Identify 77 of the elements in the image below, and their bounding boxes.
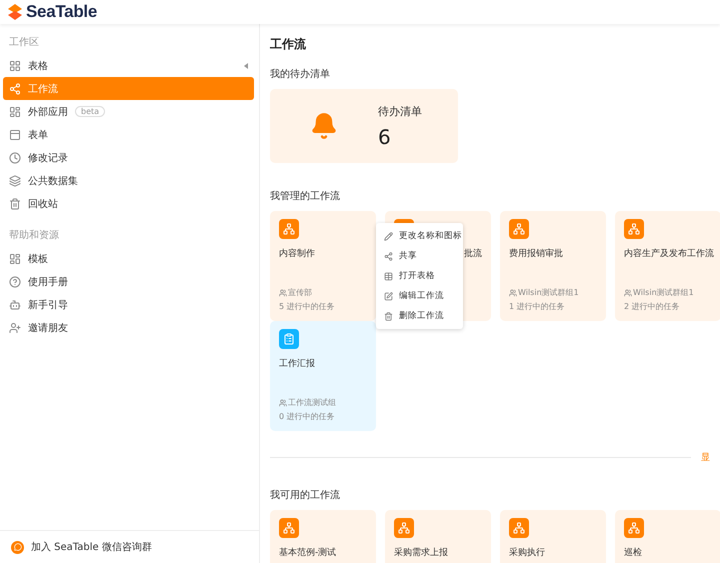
share-icon — [9, 82, 21, 94]
sidebar-item[interactable]: 邀请朋友 — [3, 316, 254, 339]
menu-item[interactable]: 编辑工作流 — [376, 286, 463, 306]
group-name: 宣传部 — [288, 287, 312, 298]
collapse-icon[interactable] — [244, 62, 248, 68]
logo-icon — [8, 4, 22, 20]
robot-icon — [9, 298, 21, 310]
trash-icon — [9, 198, 21, 210]
section-heading: 我可用的工作流 — [270, 488, 341, 502]
apps-icon — [9, 106, 21, 118]
group-name: Wilsin测试群组1 — [633, 287, 694, 298]
template-icon — [9, 252, 21, 264]
workflow-card[interactable]: 采购需求上报 — [385, 510, 491, 563]
workflow-card[interactable]: 巡检 — [615, 510, 720, 563]
menu-item[interactable]: 打开表格 — [376, 266, 463, 286]
form-icon — [9, 128, 21, 140]
group-name: Wilsin测试群组1 — [518, 287, 579, 298]
workflow-card[interactable]: 内容生产及发布工作流 Wilsin测试群组1 2 进行中的任务 — [615, 211, 720, 321]
task-count: 1 进行中的任务 — [509, 301, 566, 312]
pencil-icon — [384, 232, 393, 240]
section-title: 帮助和资源 — [8, 228, 60, 243]
group-icon — [279, 288, 287, 296]
todo-label: 待办清单 — [378, 104, 422, 118]
clock-icon — [9, 152, 21, 164]
grid-icon — [9, 60, 21, 72]
task-count: 2 进行中的任务 — [624, 301, 681, 312]
table-icon — [384, 272, 393, 280]
workflow-card[interactable]: 工作汇报 工作流测试组 0 进行中的任务 — [270, 321, 376, 431]
todo-count: 6 — [378, 124, 392, 148]
workflow-card[interactable]: 内容制作 宣传部 5 进行中的任务 — [270, 211, 376, 321]
chat-icon — [11, 540, 24, 554]
share-icon — [384, 252, 393, 260]
workflow-name: 批流 — [464, 249, 482, 260]
menu-item[interactable]: 删除工作流 — [376, 306, 463, 326]
task-count: 5 进行中的任务 — [279, 301, 336, 312]
section-heading: 我的待办清单 — [270, 68, 331, 81]
brand-name: SeaTable — [26, 2, 97, 22]
help-icon — [9, 276, 21, 288]
group-icon — [279, 398, 287, 406]
bell-icon — [310, 112, 338, 140]
sidebar-item[interactable]: 修改记录 — [3, 146, 254, 169]
workflow-card[interactable]: 采购执行 — [500, 510, 606, 563]
page-title: 工作流 — [270, 36, 307, 53]
workflow-name: 基本范例-测试 — [279, 548, 336, 559]
sidebar-item[interactable]: 外部应用 beta — [3, 100, 254, 123]
trash-icon — [384, 312, 393, 320]
menu-item[interactable]: 共享 — [376, 246, 463, 266]
group-icon — [624, 288, 632, 296]
list-icon — [279, 329, 299, 349]
sidebar-item[interactable]: 公共数据集 — [3, 169, 254, 192]
workflow-name: 采购需求上报 — [394, 548, 448, 559]
todo-card[interactable]: 待办清单 6 — [270, 89, 458, 163]
group-icon — [509, 288, 517, 296]
layers-icon — [9, 174, 21, 186]
edit-icon — [384, 292, 393, 300]
sidebar-item[interactable]: 新手引导 — [3, 293, 254, 316]
sidebar-item[interactable]: 表格 — [3, 54, 254, 77]
footer-link[interactable]: 加入 SeaTable 微信咨询群 — [31, 540, 152, 554]
section-title: 工作区 — [8, 36, 40, 50]
sidebar-item[interactable]: 回收站 — [3, 192, 254, 215]
sidebar-item[interactable]: 表单 — [3, 123, 254, 146]
workflow-name: 巡检 — [624, 548, 642, 559]
task-count: 0 进行中的任务 — [279, 411, 336, 422]
workflow-card[interactable]: 费用报销审批 Wilsin测试群组1 1 进行中的任务 — [500, 211, 606, 321]
sidebar-item[interactable]: 使用手册 — [3, 270, 254, 293]
workflow-name: 费用报销审批 — [509, 249, 563, 260]
workflow-name: 内容生产及发布工作流 — [624, 249, 714, 260]
workflow-name: 工作汇报 — [279, 359, 315, 370]
add-user-icon — [9, 322, 21, 334]
sidebar-item[interactable]: 模板 — [3, 247, 254, 270]
group-name: 工作流测试组 — [288, 397, 336, 408]
workflow-name: 采购执行 — [509, 548, 545, 559]
workflow-card[interactable]: 基本范例-测试 — [270, 510, 376, 563]
section-heading: 我管理的工作流 — [270, 190, 341, 203]
workflow-name: 内容制作 — [279, 249, 315, 260]
menu-item[interactable]: 更改名称和图标 — [376, 226, 463, 246]
beta-tag: beta — [75, 106, 106, 117]
